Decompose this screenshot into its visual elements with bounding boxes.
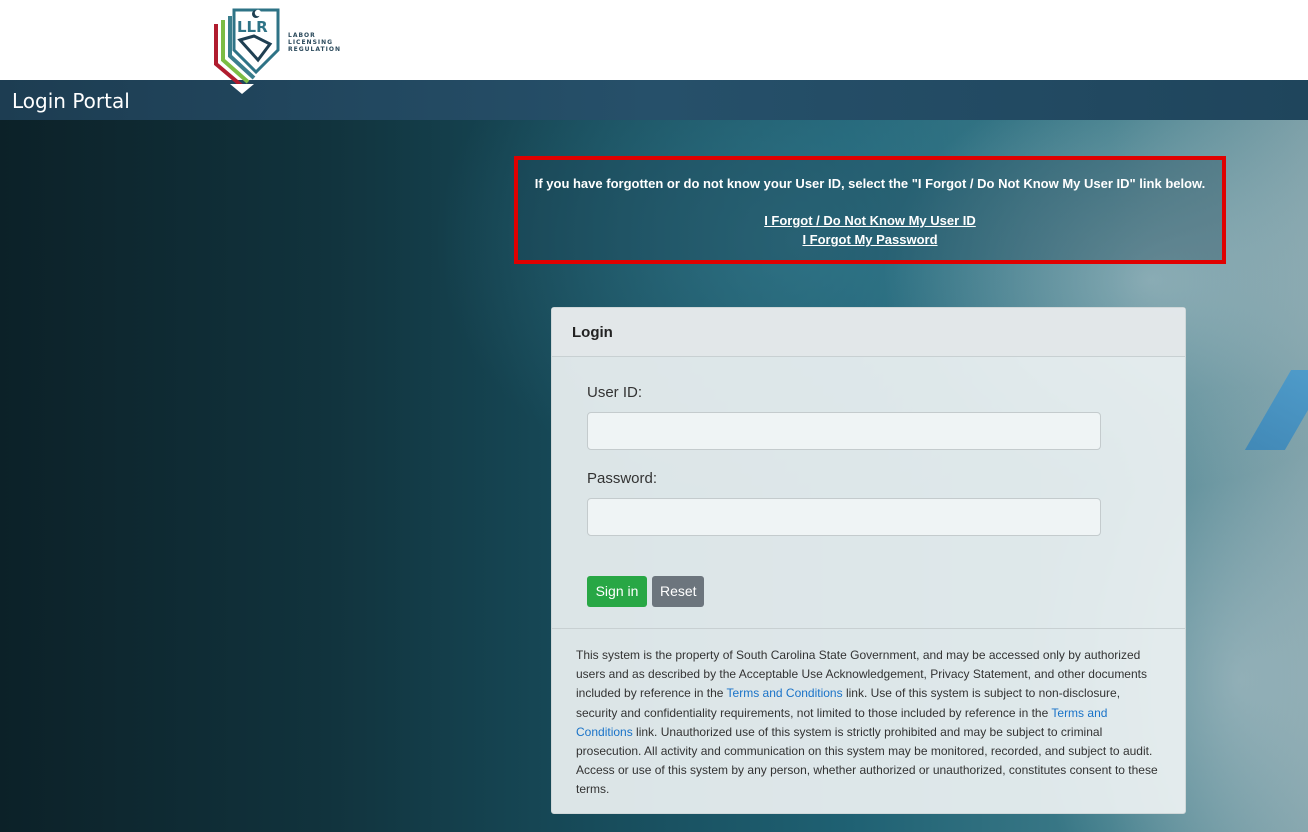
background-decoration	[1244, 370, 1308, 450]
legal-disclaimer: This system is the property of South Car…	[576, 646, 1160, 800]
logo-line-licensing: LICENSING	[288, 39, 334, 46]
terms-conditions-link-1[interactable]: Terms and Conditions	[727, 686, 843, 700]
logo-wordmark: LABOR LICENSING REGULATION	[288, 32, 341, 53]
top-header	[0, 0, 1308, 80]
logo-initials: LLR	[237, 18, 268, 36]
llr-shield-icon: LLR	[214, 8, 280, 94]
title-bar: Login Portal	[0, 80, 1308, 120]
password-input[interactable]	[587, 498, 1101, 536]
forgot-userid-link[interactable]: I Forgot / Do Not Know My User ID	[518, 213, 1222, 228]
logo-line-regulation: REGULATION	[288, 46, 341, 53]
login-card-header: Login	[552, 308, 1185, 357]
forgot-credentials-notice: If you have forgotten or do not know you…	[514, 156, 1226, 264]
userid-input[interactable]	[587, 412, 1101, 450]
logo-line-labor: LABOR	[288, 32, 316, 39]
page-title: Login Portal	[12, 89, 130, 113]
card-divider	[552, 628, 1185, 629]
llr-logo[interactable]: LLR LABOR LICENSING REGULATION	[210, 6, 350, 98]
userid-label: User ID:	[587, 384, 643, 401]
notice-message: If you have forgotten or do not know you…	[534, 176, 1206, 191]
sign-in-button[interactable]: Sign in	[587, 576, 647, 607]
reset-button[interactable]: Reset	[652, 576, 704, 607]
login-card: Login User ID: Password: Sign in Reset T…	[551, 307, 1186, 814]
login-title: Login	[572, 324, 613, 341]
forgot-password-link[interactable]: I Forgot My Password	[518, 232, 1222, 247]
password-label: Password:	[587, 470, 658, 487]
disclaimer-text-3: link. Unauthorized use of this system is…	[576, 724, 1158, 797]
